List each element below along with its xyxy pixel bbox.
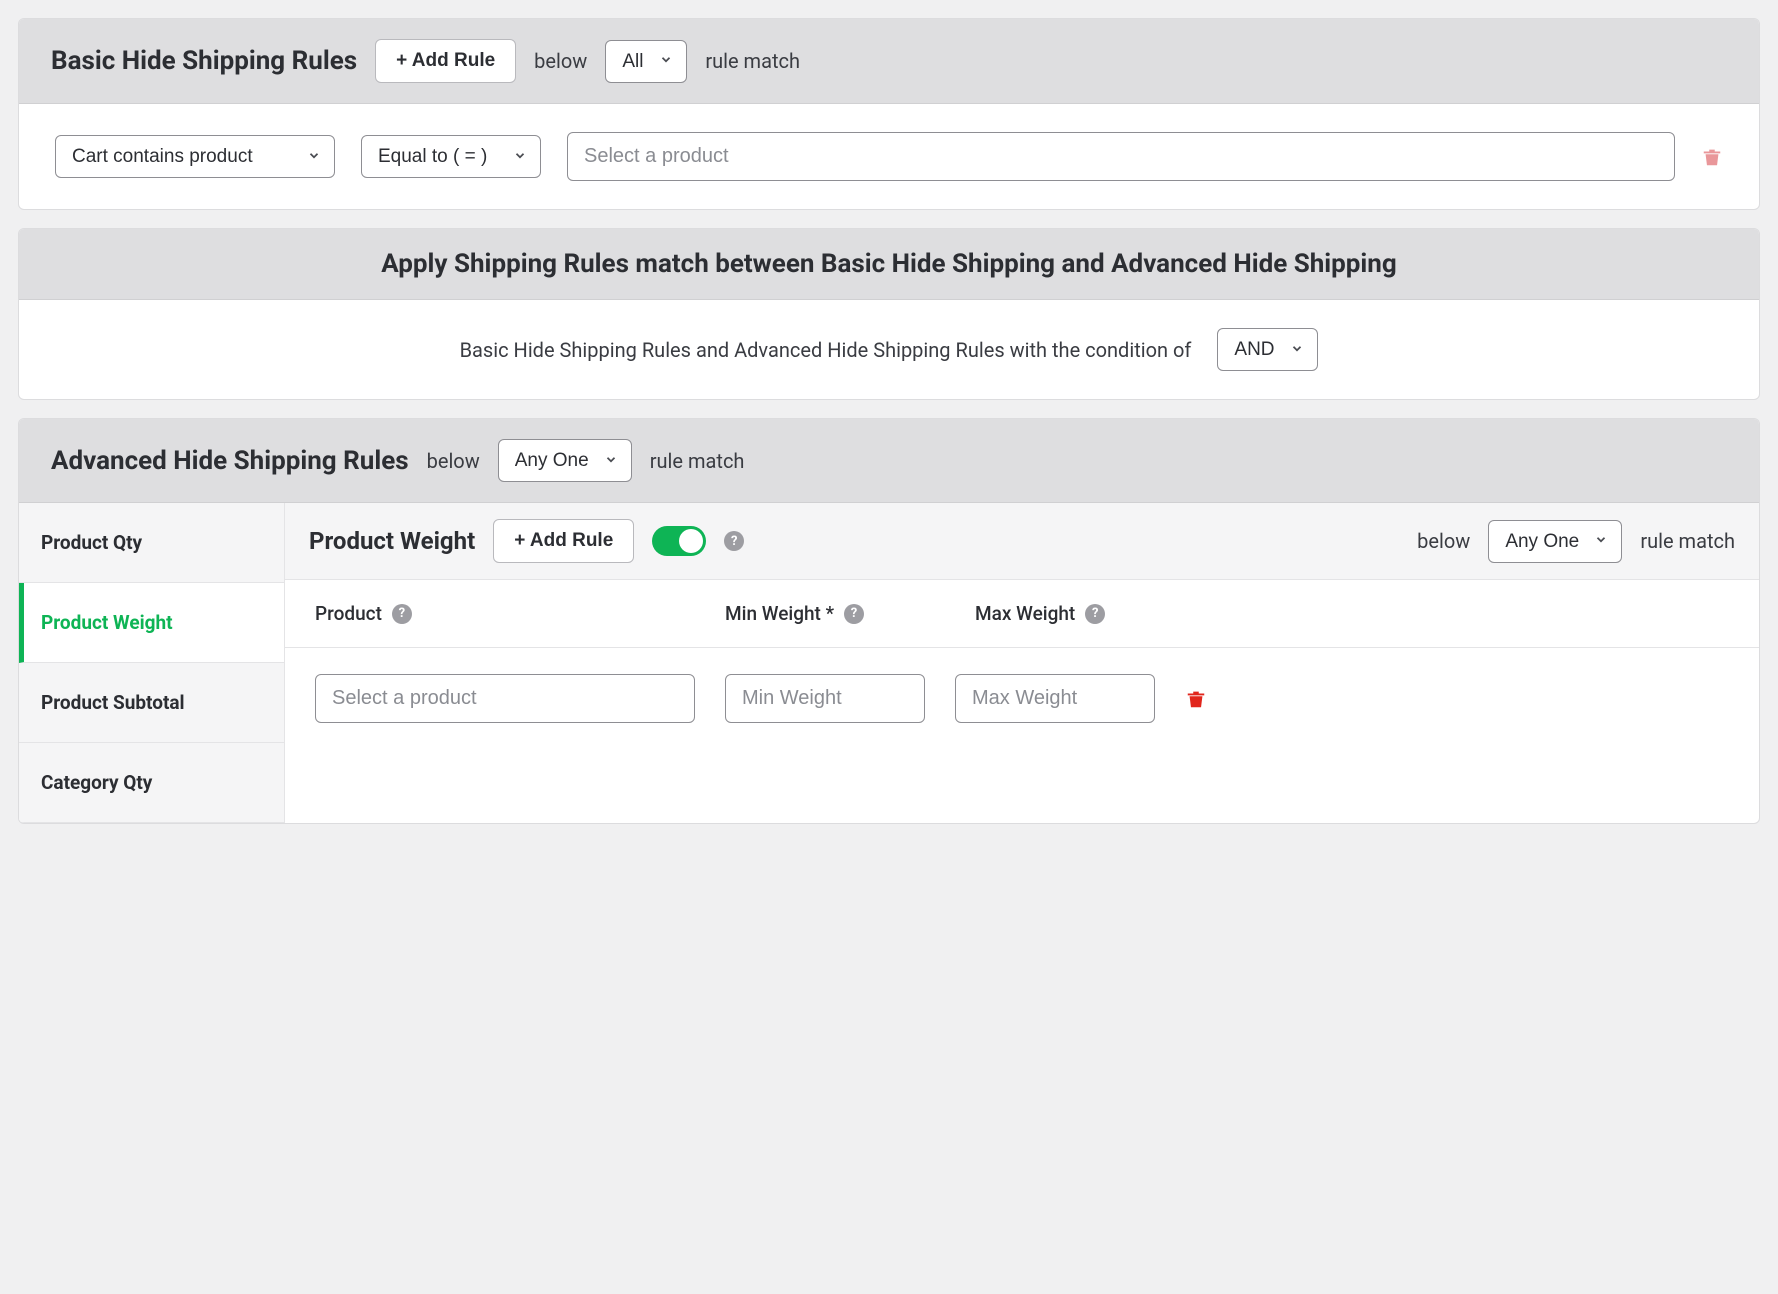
basic-match-select-wrap[interactable]: All <box>605 40 687 83</box>
condition-select-wrap[interactable]: Cart contains product <box>55 135 335 178</box>
advanced-body: Product Qty Product Weight Product Subto… <box>19 503 1759 823</box>
sidebar-item-product-weight[interactable]: Product Weight <box>19 583 284 663</box>
sidebar-item-product-qty[interactable]: Product Qty <box>19 503 284 583</box>
below-label: below <box>427 449 480 473</box>
delete-rule-button[interactable] <box>1701 146 1723 168</box>
sidebar-item-label: Product Qty <box>41 531 142 554</box>
pane-match-select[interactable]: Any One <box>1488 520 1622 563</box>
sidebar-item-category-qty[interactable]: Category Qty <box>19 743 284 823</box>
apply-header: Apply Shipping Rules match between Basic… <box>19 229 1759 300</box>
apply-rules-card: Apply Shipping Rules match between Basic… <box>18 228 1760 400</box>
sidebar-item-product-subtotal[interactable]: Product Subtotal <box>19 663 284 743</box>
rule-match-label: rule match <box>650 449 745 473</box>
pane-match-select-wrap[interactable]: Any One <box>1488 520 1622 563</box>
help-icon[interactable]: ? <box>392 604 412 624</box>
below-label: below <box>534 49 587 73</box>
advanced-header: Advanced Hide Shipping Rules below Any O… <box>19 419 1759 503</box>
basic-title: Basic Hide Shipping Rules <box>51 46 357 76</box>
apply-condition-select-wrap[interactable]: AND <box>1217 328 1318 371</box>
sidebar-item-label: Product Weight <box>41 611 173 634</box>
rule-match-label: rule match <box>1640 529 1735 553</box>
help-icon[interactable]: ? <box>844 604 864 624</box>
condition-select[interactable]: Cart contains product <box>55 135 335 178</box>
column-min-label: Min Weight * <box>725 602 834 625</box>
basic-rule-row: Cart contains product Equal to ( = ) <box>19 104 1759 209</box>
basic-match-select[interactable]: All <box>605 40 687 83</box>
column-product-label: Product <box>315 602 382 625</box>
advanced-match-select-wrap[interactable]: Any One <box>498 439 632 482</box>
column-product: Product ? <box>315 602 695 625</box>
advanced-rules-card: Advanced Hide Shipping Rules below Any O… <box>18 418 1760 824</box>
delete-rule-button[interactable] <box>1185 688 1207 710</box>
operator-select-wrap[interactable]: Equal to ( = ) <box>361 135 541 178</box>
apply-body: Basic Hide Shipping Rules and Advanced H… <box>19 300 1759 399</box>
pane-title: Product Weight <box>309 527 475 555</box>
column-max-label: Max Weight <box>975 602 1075 625</box>
rule-match-label: rule match <box>705 49 800 73</box>
apply-condition-select[interactable]: AND <box>1217 328 1318 371</box>
column-min-weight: Min Weight * ? <box>725 602 945 625</box>
apply-body-text: Basic Hide Shipping Rules and Advanced H… <box>460 338 1192 362</box>
advanced-title: Advanced Hide Shipping Rules <box>51 446 409 476</box>
product-input[interactable] <box>315 674 695 723</box>
help-icon[interactable]: ? <box>724 531 744 551</box>
column-headers: Product ? Min Weight * ? Max Weight ? <box>285 580 1759 648</box>
advanced-match-select[interactable]: Any One <box>498 439 632 482</box>
operator-select[interactable]: Equal to ( = ) <box>361 135 541 178</box>
apply-title: Apply Shipping Rules match between Basic… <box>381 249 1396 279</box>
below-label: below <box>1417 529 1470 553</box>
min-weight-input[interactable] <box>725 674 925 723</box>
column-max-weight: Max Weight ? <box>975 602 1195 625</box>
sidebar-item-label: Product Subtotal <box>41 691 185 714</box>
pane-add-rule-button[interactable]: + Add Rule <box>493 519 634 563</box>
help-icon[interactable]: ? <box>1085 604 1105 624</box>
advanced-content-pane: Product Weight + Add Rule ? below Any On… <box>285 503 1759 823</box>
pane-header: Product Weight + Add Rule ? below Any On… <box>285 503 1759 580</box>
basic-rules-card: Basic Hide Shipping Rules + Add Rule bel… <box>18 18 1760 210</box>
basic-add-rule-button[interactable]: + Add Rule <box>375 39 516 83</box>
toggle-knob <box>679 529 703 553</box>
max-weight-input[interactable] <box>955 674 1155 723</box>
advanced-sidebar: Product Qty Product Weight Product Subto… <box>19 503 285 823</box>
rule-row <box>285 648 1759 749</box>
sidebar-item-label: Category Qty <box>41 771 152 794</box>
product-input[interactable] <box>567 132 1675 181</box>
basic-header: Basic Hide Shipping Rules + Add Rule bel… <box>19 19 1759 104</box>
pane-enable-toggle[interactable] <box>652 526 706 556</box>
